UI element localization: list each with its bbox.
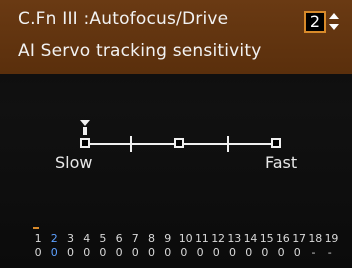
arrow-up-icon: [329, 13, 339, 19]
function-number: 16: [276, 232, 290, 245]
function-value: 0: [83, 246, 90, 259]
function-value: 0: [261, 246, 269, 259]
function-number: 18: [308, 232, 322, 245]
fast-label: Fast: [265, 153, 298, 172]
function-number: 1: [34, 232, 42, 245]
menu-title: C.Fn III :Autofocus/Drive: [18, 9, 229, 29]
current-function-indicator: [33, 227, 39, 229]
function-number: 5: [99, 232, 107, 245]
function-value: 0: [196, 246, 204, 259]
function-number: 11: [195, 232, 209, 245]
function-number: 12: [211, 232, 225, 245]
function-number: 10: [178, 232, 193, 245]
function-value: 0: [277, 246, 285, 259]
slider-step-tick[interactable]: [227, 136, 229, 152]
function-value: 0: [131, 246, 139, 259]
function-number: 17: [292, 232, 306, 245]
function-number: 4: [83, 232, 90, 245]
menu-subtitle: AI Servo tracking sensitivity: [18, 41, 262, 61]
camera-menu-screen: C.Fn III :Autofocus/Drive AI Servo track…: [0, 0, 352, 268]
function-value: 0: [212, 246, 220, 259]
page-number-box[interactable]: 2: [304, 11, 326, 33]
page-arrows-icon[interactable]: [328, 11, 340, 33]
function-value: 0: [228, 246, 236, 259]
function-number: 9: [164, 232, 171, 245]
slider-step-slow-end[interactable]: [80, 138, 90, 148]
function-number: 19: [324, 232, 339, 245]
function-number: 8: [147, 232, 155, 245]
function-value: 0: [50, 246, 58, 259]
function-number: 3: [66, 232, 74, 245]
function-number: 6: [115, 232, 123, 245]
function-value: 0: [180, 246, 188, 259]
function-value: 0: [293, 246, 301, 259]
slow-label: Slow: [55, 153, 93, 172]
slider-step-tick[interactable]: [130, 136, 132, 152]
function-number: 15: [259, 232, 274, 245]
function-value: 0: [245, 246, 252, 259]
function-value: -: [311, 246, 316, 259]
sensitivity-slider[interactable]: [0, 74, 352, 214]
slider-step-center[interactable]: [174, 138, 184, 148]
function-value: 0: [34, 246, 42, 259]
current-setting-marker-icon: [80, 120, 90, 126]
arrow-down-icon: [329, 24, 339, 30]
menu-header: C.Fn III :Autofocus/Drive AI Servo track…: [0, 0, 352, 74]
function-number: 14: [243, 232, 258, 245]
slider-step-fast-end[interactable]: [271, 138, 281, 148]
current-setting-marker-bar: [83, 127, 87, 135]
function-value: -: [327, 246, 332, 259]
function-value: 0: [99, 246, 107, 259]
function-value: 0: [147, 246, 155, 259]
function-value: 0: [66, 246, 74, 259]
function-number: 7: [131, 232, 139, 245]
function-value: 0: [115, 246, 123, 259]
function-number: 2: [50, 232, 58, 245]
custom-function-list: 1 2 3 4 5 6 7 8 9 10 11 12 13 14 15 16 17 18 19 0000000000…: [33, 227, 343, 266]
function-value: 0: [164, 246, 171, 259]
page-number: 2: [309, 12, 321, 31]
function-number: 13: [227, 232, 241, 245]
